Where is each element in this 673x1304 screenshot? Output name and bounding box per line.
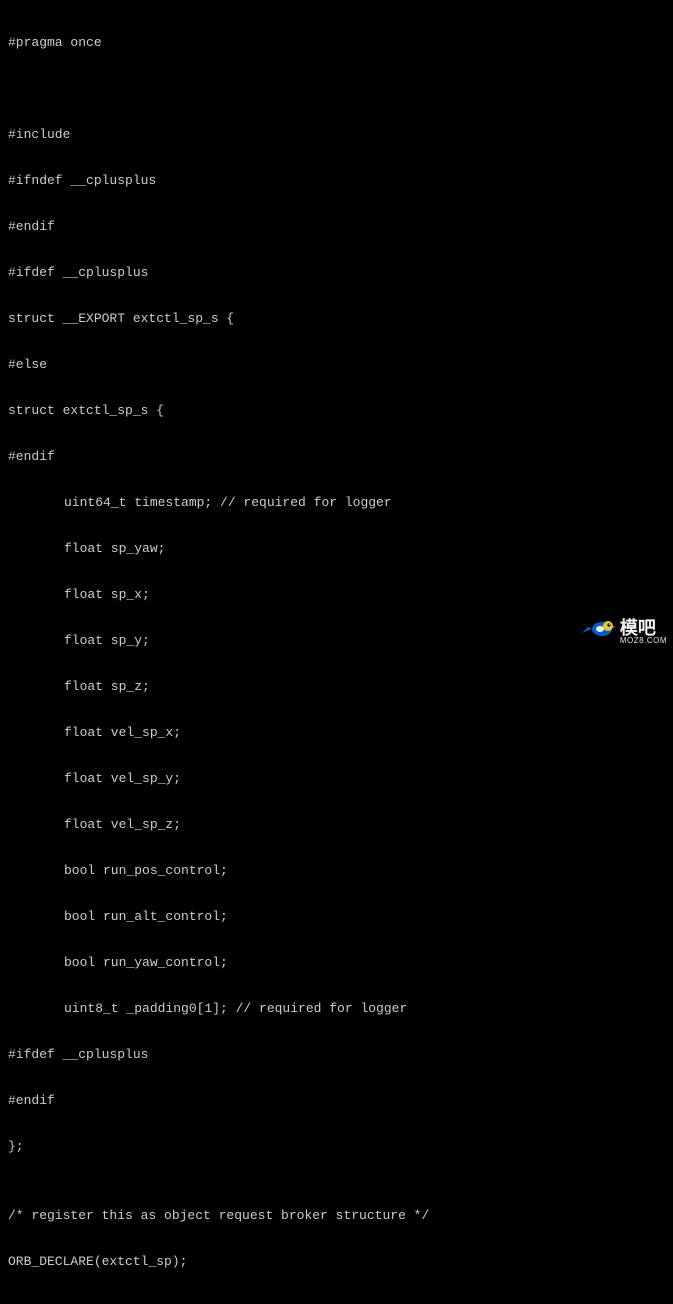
code-line: #endif [8, 215, 665, 238]
code-line: /* register this as object request broke… [8, 1204, 665, 1227]
code-line: #endif [8, 445, 665, 468]
code-line: ORB_DECLARE(extctl_sp); [8, 1250, 665, 1273]
code-line: float sp_x; [8, 583, 665, 606]
code-line: #ifdef __cplusplus [8, 1043, 665, 1066]
code-line: float sp_yaw; [8, 537, 665, 560]
code-line: }; [8, 1135, 665, 1158]
code-line: #ifdef __cplusplus [8, 261, 665, 284]
code-line: bool run_pos_control; [8, 859, 665, 882]
code-line: float sp_y; [8, 629, 665, 652]
code-line: float vel_sp_y; [8, 767, 665, 790]
code-line: float vel_sp_z; [8, 813, 665, 836]
code-line: #pragma once [8, 31, 665, 54]
code-line: uint8_t _padding0[1]; // required for lo… [8, 997, 665, 1020]
watermark: 模吧 MOZ8.COM [582, 615, 667, 649]
code-line: #ifndef __cplusplus [8, 169, 665, 192]
code-line: float vel_sp_x; [8, 721, 665, 744]
bird-icon [582, 615, 616, 649]
watermark-text: 模吧 [620, 619, 656, 637]
code-block: #pragma once #include #ifndef __cplusplu… [0, 0, 673, 1304]
code-line: #endif [8, 1089, 665, 1112]
code-line: struct extctl_sp_s { [8, 399, 665, 422]
code-line: struct __EXPORT extctl_sp_s { [8, 307, 665, 330]
code-line: bool run_alt_control; [8, 905, 665, 928]
watermark-url: MOZ8.COM [620, 637, 667, 645]
code-line: bool run_yaw_control; [8, 951, 665, 974]
code-line: #else [8, 353, 665, 376]
code-line: float sp_z; [8, 675, 665, 698]
code-line: #include [8, 123, 665, 146]
code-line: uint64_t timestamp; // required for logg… [8, 491, 665, 514]
